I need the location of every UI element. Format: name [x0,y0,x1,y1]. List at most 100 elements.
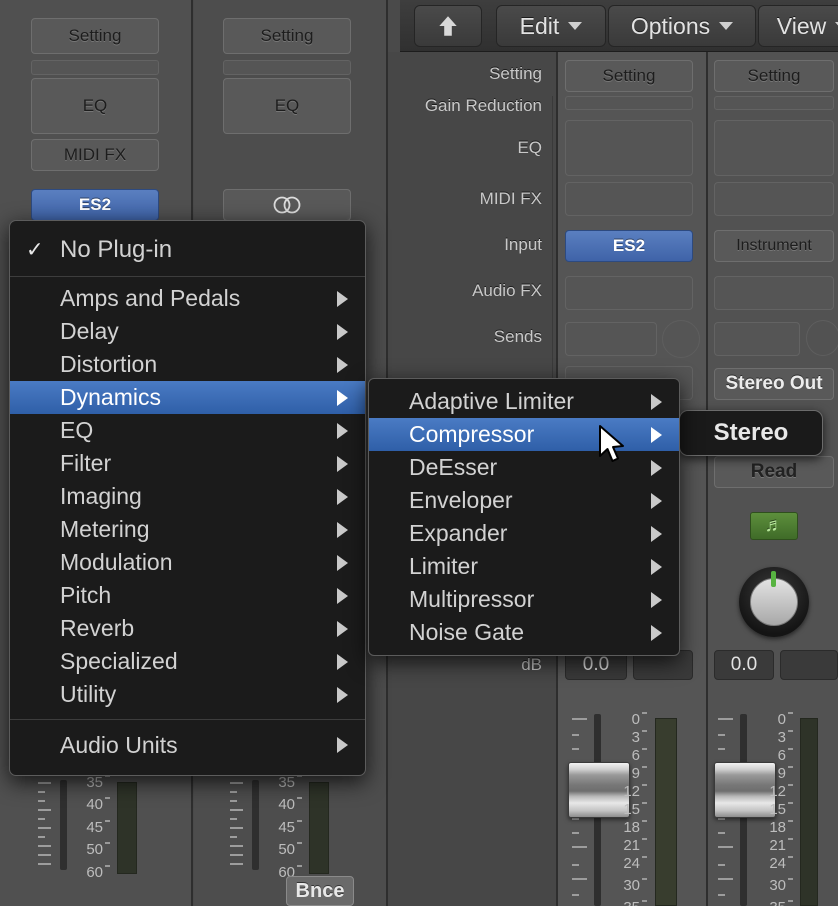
submenu-arrow-icon [337,555,348,571]
submenu-item-deesser[interactable]: DeEsser [369,451,679,484]
menu-item-label: Noise Gate [409,619,524,646]
menu-item-modulation[interactable]: Modulation [10,546,365,579]
pan-knob-pointer-icon [771,571,776,587]
row-label-midi-fx: MIDI FX [400,189,542,209]
strip-left1-setting-button[interactable]: Setting [31,18,159,54]
view-menu-button[interactable]: View [758,5,838,47]
strip-right-eq-slot[interactable] [714,120,834,176]
submenu-arrow-icon [337,324,348,340]
strip-center-gain-reduction[interactable] [565,96,693,110]
menu-item-metering[interactable]: Metering [10,513,365,546]
submenu-item-compressor[interactable]: Compressor [369,418,679,451]
menu-item-no-plugin[interactable]: No Plug-in [10,229,365,271]
strip-left2-eq-slot[interactable]: EQ [223,78,351,134]
menu-item-label: Compressor [409,421,534,448]
plugin-selector-menu[interactable]: No Plug-in Amps and Pedals Delay Distort… [9,220,366,776]
menu-item-label: Adaptive Limiter [409,388,574,415]
mixer-toolbar: Edit Options View [400,0,838,52]
menu-item-label: Delay [60,318,119,345]
row-label-setting: Setting [400,64,542,84]
submenu-item-multipressor[interactable]: Multipressor [369,583,679,616]
submenu-arrow-icon [337,621,348,637]
menu-item-label: Pitch [60,582,111,609]
menu-item-label: DeEsser [409,454,497,481]
menu-item-filter[interactable]: Filter [10,447,365,480]
menu-item-eq[interactable]: EQ [10,414,365,447]
strip-right-sends-slot[interactable] [714,322,800,356]
menu-item-pitch[interactable]: Pitch [10,579,365,612]
strip-center-eq-slot[interactable] [565,120,693,176]
strip-left2-fader-ticks [230,782,248,898]
strip-right-automation-button[interactable]: Read [714,456,834,488]
strip-left1-meter [117,782,137,874]
strip-right-midifx-slot[interactable] [714,182,834,216]
menu-item-reverb[interactable]: Reverb [10,612,365,645]
menu-item-distortion[interactable]: Distortion [10,348,365,381]
menu-item-delay[interactable]: Delay [10,315,365,348]
strip-right-gain-reduction[interactable] [714,96,834,110]
strip-left1-fader-track[interactable] [60,780,67,870]
strip-left1-gain-reduction[interactable] [31,60,159,75]
bounce-button[interactable]: Bnce [286,876,354,906]
submenu-arrow-icon [337,291,348,307]
menu-item-specialized[interactable]: Specialized [10,645,365,678]
strip-left1-midifx-slot[interactable]: MIDI FX [31,139,159,171]
navigate-up-button[interactable] [414,5,482,47]
menu-item-label: Audio Units [60,732,178,759]
strip-left1-instrument-slot[interactable]: ES2 [31,189,159,221]
submenu-item-enveloper[interactable]: Enveloper [369,484,679,517]
menu-item-label: Expander [409,520,507,547]
strip-left2-gain-reduction[interactable] [223,60,351,75]
strip-right-sends-knob[interactable] [806,320,838,356]
menu-item-utility[interactable]: Utility [10,678,365,711]
strip-right-volume-field[interactable]: 0.0 [714,650,774,680]
strip-right-instrument-slot[interactable]: Instrument [714,230,834,262]
strip-right-pan-knob[interactable] [739,567,809,637]
strip-right-setting-button[interactable]: Setting [714,60,834,92]
strip-right-pan-field[interactable] [780,650,838,680]
strip-center-sends-knob[interactable] [662,320,700,358]
strip-left2-stereo-slot[interactable] [223,189,351,221]
submenu-item-limiter[interactable]: Limiter [369,550,679,583]
dynamics-submenu[interactable]: Adaptive Limiter Compressor DeEsser Enve… [368,378,680,656]
menu-item-label: Filter [60,450,111,477]
edit-menu-label: Edit [520,13,560,40]
submenu-arrow-icon [337,588,348,604]
submenu-arrow-icon [337,687,348,703]
options-menu-button[interactable]: Options [608,5,756,47]
menu-item-audio-units[interactable]: Audio Units [10,725,365,765]
menu-item-label: Utility [60,681,116,708]
strip-right-midi-note-indicator[interactable]: ♬ [750,512,798,540]
submenu-arrow-icon [337,489,348,505]
submenu-arrow-icon [651,526,662,542]
menu-item-amps-and-pedals[interactable]: Amps and Pedals [10,282,365,315]
submenu-arrow-icon [651,493,662,509]
row-label-gain-reduction: Gain Reduction [396,96,542,116]
strip-center-instrument-slot[interactable]: ES2 [565,230,693,262]
submenu-item-expander[interactable]: Expander [369,517,679,550]
menu-item-label: Reverb [60,615,134,642]
row-label-sends: Sends [400,327,542,347]
menu-item-label: EQ [60,417,93,444]
menu-item-dynamics[interactable]: Dynamics [10,381,365,414]
strip-center-audiofx-slot[interactable] [565,276,693,310]
strip-left2-meter [309,782,329,874]
submenu-arrow-icon [651,394,662,410]
submenu-arrow-icon [337,522,348,538]
submenu-arrow-icon [337,390,348,406]
strip-left1-eq-slot[interactable]: EQ [31,78,159,134]
strip-center-setting-button[interactable]: Setting [565,60,693,92]
strip-left1-fader-ticks [38,782,56,898]
submenu-item-adaptive-limiter[interactable]: Adaptive Limiter [369,385,679,418]
strip-center-sends-slot[interactable] [565,322,657,356]
edit-menu-button[interactable]: Edit [496,5,606,47]
menu-item-imaging[interactable]: Imaging [10,480,365,513]
strip-left2-fader-track[interactable] [252,780,259,870]
submenu-item-noise-gate[interactable]: Noise Gate [369,616,679,649]
strip-left2-setting-button[interactable]: Setting [223,18,351,54]
strip-center-meter-scale: 0 3 6 9 12 15 18 21 24 30 35 [612,712,640,906]
strip-right-output-slot[interactable]: Stereo Out [714,368,834,400]
submenu-arrow-icon [651,559,662,575]
strip-center-midifx-slot[interactable] [565,182,693,216]
strip-right-audiofx-slot[interactable] [714,276,834,310]
